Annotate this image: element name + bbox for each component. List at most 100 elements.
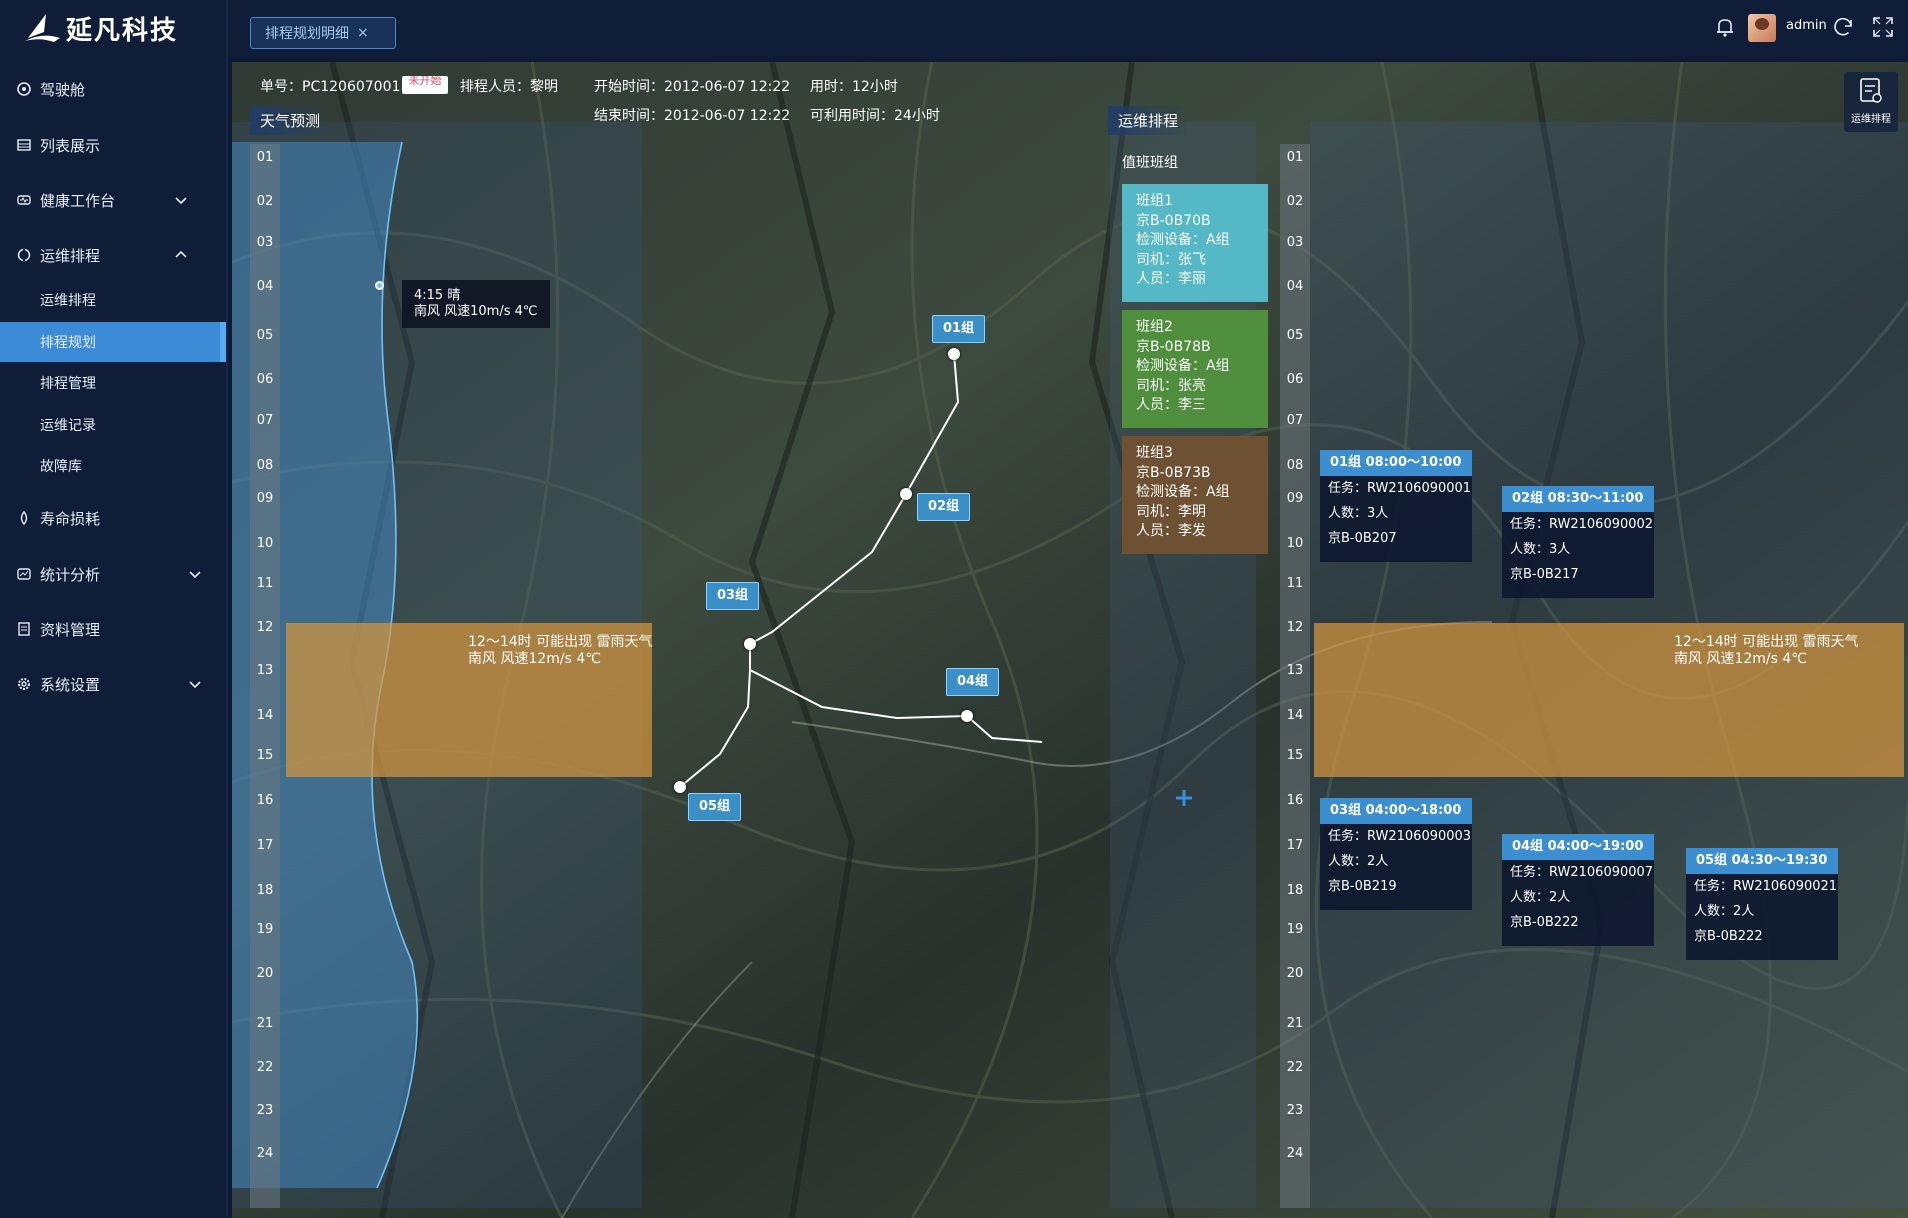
end-time-label: 结束时间： — [594, 108, 664, 124]
task-header: 05组 04:30～19:30 — [1686, 848, 1838, 874]
team-name: 班组1 — [1136, 193, 1173, 209]
fullscreen-icon[interactable] — [1870, 14, 1896, 40]
username[interactable]: admin — [1786, 18, 1827, 33]
hour-tick: 06 — [1286, 372, 1304, 387]
sidebar-subitem-label: 排程规划 — [40, 335, 96, 351]
tab-schedule-detail[interactable]: 排程规划明细 × — [250, 17, 396, 49]
team-card-2[interactable]: 班组2 京B-0B78B 检测设备：A组 司机：张亮 人员：李三 — [1122, 310, 1268, 428]
sidebar-subitem-schedule-management[interactable]: 排程管理 — [0, 363, 224, 403]
team-card-1[interactable]: 班组1 京B-0B70B 检测设备：A组 司机：张飞 人员：李丽 — [1122, 184, 1268, 302]
sidebar-item-cockpit[interactable]: 驾驶舱 — [0, 68, 224, 110]
hour-tick: 13 — [1286, 663, 1304, 678]
hour-tick: 04 — [1286, 279, 1304, 294]
weather-point-marker[interactable] — [375, 281, 384, 290]
sidebar-item-documents[interactable]: 资料管理 — [0, 608, 224, 650]
route-node-03[interactable] — [744, 638, 756, 650]
hour-tick: 22 — [256, 1060, 274, 1075]
hour-tick: 23 — [256, 1103, 274, 1118]
task-card-01[interactable]: 01组 08:00～10:00 任务：RW2106090001 人数：3人 京B… — [1320, 450, 1472, 562]
weather-point-note: 4:15 晴 南风 风速10m/s 4℃ — [402, 280, 550, 328]
hour-tick: 02 — [1286, 194, 1304, 209]
sidebar-item-label: 资料管理 — [40, 620, 101, 639]
sidebar-subitem-label: 故障库 — [40, 459, 82, 475]
chevron-down-icon — [189, 681, 201, 689]
task-count: 人数：3人 — [1328, 506, 1389, 521]
refresh-icon[interactable] — [1830, 14, 1856, 40]
team-card-3[interactable]: 班组3 京B-0B73B 检测设备：A组 司机：李明 人员：李发 — [1122, 436, 1268, 554]
hour-tick: 22 — [1286, 1060, 1304, 1075]
sidebar-subitem-schedule-planning[interactable]: 排程规划 — [0, 322, 226, 362]
team-name: 班组2 — [1136, 319, 1173, 335]
hour-tick: 14 — [256, 708, 274, 723]
order-number: PC120607001 — [302, 79, 401, 95]
group-tag-04[interactable]: 04组 — [946, 668, 1000, 696]
scheduler-info: 排程人员：黎明 — [460, 76, 558, 96]
task-card-03[interactable]: 03组 04:00～18:00 任务：RW2106090003 人数：2人 京B… — [1320, 798, 1472, 910]
hour-tick: 23 — [1286, 1103, 1304, 1118]
route-node-05[interactable] — [674, 781, 686, 793]
hour-tick: 18 — [1286, 883, 1304, 898]
task-card-05[interactable]: 05组 04:30～19:30 任务：RW2106090021 人数：2人 京B… — [1686, 848, 1838, 960]
group-tag-03[interactable]: 03组 — [706, 582, 760, 610]
group-tag-01[interactable]: 01组 — [932, 315, 986, 343]
schedule-panel-title: 运维排程 — [1108, 106, 1189, 135]
hour-tick: 07 — [256, 413, 274, 428]
sidebar-subitem-maintenance-schedule[interactable]: 运维排程 — [0, 280, 224, 320]
team-equipment: 检测设备：A组 — [1136, 358, 1230, 374]
sidebar-subitem-fault-library[interactable]: 故障库 — [0, 446, 224, 486]
life-icon — [20, 510, 28, 526]
bell-icon[interactable] — [1712, 14, 1738, 40]
sidebar: 延凡科技 驾驶舱 列表展示 健康工作台 运维排程 运维排程 排程规划 排程管理 … — [0, 0, 228, 1218]
hour-tick: 10 — [1286, 536, 1304, 551]
close-icon[interactable]: × — [357, 25, 369, 41]
task-count: 人数：2人 — [1328, 854, 1389, 869]
hour-tick: 20 — [256, 966, 274, 981]
sidebar-item-label: 健康工作台 — [40, 191, 116, 210]
task-id: 任务：RW2106090001 — [1328, 481, 1472, 496]
cockpit-icon — [17, 82, 31, 96]
hour-tick: 16 — [256, 793, 274, 808]
route-node-01[interactable] — [948, 348, 960, 360]
avatar[interactable] — [1748, 14, 1776, 42]
hour-tick: 07 — [1286, 413, 1304, 428]
team-equipment: 检测设备：A组 — [1136, 232, 1230, 248]
task-id: 任务：RW2106090002 — [1510, 517, 1654, 532]
team-equipment: 检测设备：A组 — [1136, 484, 1230, 500]
weather-point-line1: 4:15 晴 — [414, 288, 461, 303]
start-time-label: 开始时间： — [594, 79, 664, 95]
group-tag-02[interactable]: 02组 — [917, 493, 971, 521]
storm-note-left: 12～14时 可能出现 雷雨天气 南风 风速12m/s 4℃ — [468, 634, 653, 668]
schedule-float-button[interactable]: 运维排程 — [1844, 72, 1898, 132]
sidebar-item-life[interactable]: 寿命损耗 — [0, 497, 224, 539]
app-name: 延凡科技 — [66, 15, 179, 46]
sidebar-item-maintenance[interactable]: 运维排程 — [0, 234, 224, 276]
sidebar-item-health[interactable]: 健康工作台 — [0, 179, 224, 221]
group-tag-05[interactable]: 05组 — [688, 793, 742, 821]
task-card-02[interactable]: 02组 08:30～11:00 任务：RW2106090002 人数：3人 京B… — [1502, 486, 1654, 598]
route-node-02[interactable] — [900, 488, 912, 500]
route-node-04[interactable] — [961, 710, 973, 722]
schedule-doc-icon — [1860, 78, 1882, 103]
hour-tick: 16 — [1286, 793, 1304, 808]
hour-tick: 12 — [256, 620, 274, 635]
hour-tick: 15 — [256, 748, 274, 763]
task-card-04[interactable]: 04组 04:00～19:00 任务：RW2106090007 人数：2人 京B… — [1502, 834, 1654, 946]
sidebar-item-stats[interactable]: 统计分析 — [0, 553, 224, 595]
sidebar-subitem-label: 排程管理 — [40, 376, 96, 392]
team-staff: 人员：李丽 — [1136, 271, 1206, 287]
hour-tick: 11 — [1286, 576, 1304, 591]
sidebar-item-list[interactable]: 列表展示 — [0, 124, 224, 166]
team-staff: 人员：李三 — [1136, 397, 1206, 413]
app-logo[interactable]: 延凡科技 — [22, 6, 178, 50]
sidebar-item-label: 寿命损耗 — [40, 509, 101, 528]
status-badge: 未开始 — [402, 76, 448, 94]
task-count: 人数：3人 — [1510, 542, 1571, 557]
hour-tick: 08 — [256, 458, 274, 473]
hour-tick: 14 — [1286, 708, 1304, 723]
scheduler-label: 排程人员： — [460, 79, 530, 95]
document-icon — [18, 622, 30, 636]
top-bar: 排程规划明细 × admin — [228, 0, 1908, 58]
sidebar-item-settings[interactable]: 系统设置 — [0, 663, 224, 705]
sidebar-subitem-maintenance-records[interactable]: 运维记录 — [0, 405, 224, 445]
sidebar-item-label: 列表展示 — [40, 136, 101, 155]
